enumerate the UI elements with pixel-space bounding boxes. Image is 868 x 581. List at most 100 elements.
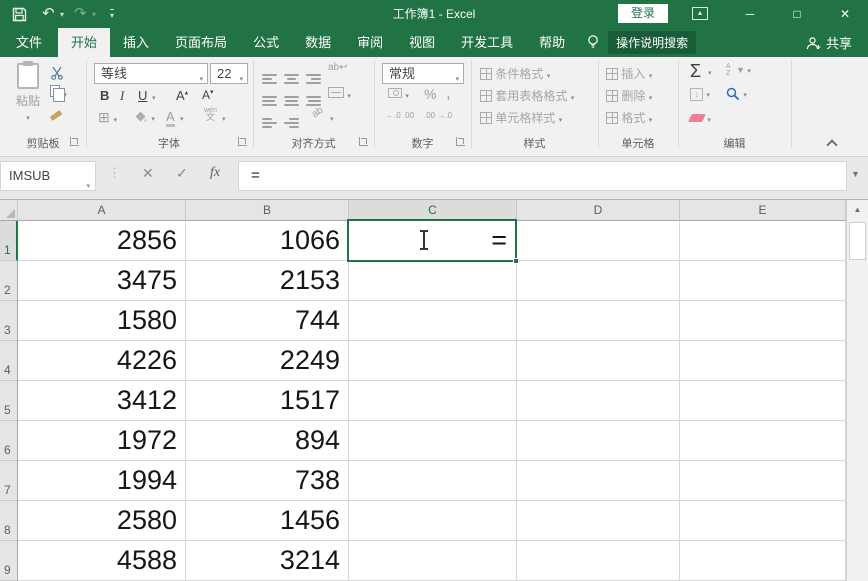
cell-A5[interactable]: 3412 bbox=[18, 381, 186, 421]
font-size-combo[interactable]: 22▾ bbox=[210, 63, 248, 84]
cell-B9[interactable]: 3214 bbox=[186, 541, 349, 581]
tab-review[interactable]: 审阅 bbox=[344, 28, 396, 57]
underline-dropdown-icon[interactable]: ▾ bbox=[152, 94, 156, 102]
cell-E9[interactable] bbox=[680, 541, 846, 581]
cell-D7[interactable] bbox=[517, 461, 680, 501]
cell-E8[interactable] bbox=[680, 501, 846, 541]
collapse-ribbon-icon[interactable] bbox=[826, 139, 837, 150]
cell-E3[interactable] bbox=[680, 301, 846, 341]
tab-view[interactable]: 视图 bbox=[396, 28, 448, 57]
share-button[interactable]: 共享 bbox=[806, 28, 868, 57]
tab-home[interactable]: 开始 bbox=[58, 28, 110, 57]
autosum-dropdown-icon[interactable]: ▾ bbox=[708, 69, 712, 77]
cell-C2[interactable] bbox=[349, 261, 517, 301]
increase-font-icon[interactable]: A▴ bbox=[176, 88, 188, 103]
scrollbar-thumb[interactable] bbox=[849, 222, 866, 260]
column-header-E[interactable]: E bbox=[680, 200, 846, 221]
cancel-entry-icon[interactable]: ✕ bbox=[142, 165, 154, 182]
cell-B5[interactable]: 1517 bbox=[186, 381, 349, 421]
formula-bar-grip[interactable]: ⋮ bbox=[108, 165, 121, 181]
alignment-dialog-launcher-icon[interactable] bbox=[359, 137, 368, 146]
cell-A9[interactable]: 4588 bbox=[18, 541, 186, 581]
close-button[interactable]: ✕ bbox=[830, 0, 860, 28]
cell-B6[interactable]: 894 bbox=[186, 421, 349, 461]
cell-A8[interactable]: 2580 bbox=[18, 501, 186, 541]
select-all-corner[interactable] bbox=[0, 200, 18, 221]
column-header-C[interactable]: C bbox=[349, 200, 517, 221]
tab-data[interactable]: 数据 bbox=[292, 28, 344, 57]
insert-function-icon[interactable]: fx bbox=[210, 165, 220, 181]
minimize-button[interactable]: ─ bbox=[735, 0, 765, 28]
font-dialog-launcher-icon[interactable] bbox=[238, 137, 247, 146]
cut-icon[interactable] bbox=[50, 65, 65, 80]
row-header-3[interactable]: 3 bbox=[0, 301, 18, 341]
cell-E5[interactable] bbox=[680, 381, 846, 421]
maximize-button[interactable]: □ bbox=[782, 0, 812, 28]
cell-C8[interactable] bbox=[349, 501, 517, 541]
row-header-6[interactable]: 6 bbox=[0, 421, 18, 461]
cell-E6[interactable] bbox=[680, 421, 846, 461]
login-button[interactable]: 登录 bbox=[618, 4, 668, 23]
cell-D9[interactable] bbox=[517, 541, 680, 581]
cell-E4[interactable] bbox=[680, 341, 846, 381]
decrease-font-icon[interactable]: A▾ bbox=[202, 88, 214, 102]
row-header-7[interactable]: 7 bbox=[0, 461, 18, 501]
row-header-5[interactable]: 5 bbox=[0, 381, 18, 421]
find-select-icon[interactable]: ▾ bbox=[726, 86, 747, 101]
cell-A4[interactable]: 4226 bbox=[18, 341, 186, 381]
cell-B8[interactable]: 1456 bbox=[186, 501, 349, 541]
cell-D1[interactable] bbox=[517, 221, 680, 261]
vertical-scrollbar[interactable]: ▲ bbox=[846, 200, 868, 581]
cell-A1[interactable]: 2856 bbox=[18, 221, 186, 261]
cell-A6[interactable]: 1972 bbox=[18, 421, 186, 461]
tab-developer[interactable]: 开发工具 bbox=[448, 28, 526, 57]
cell-B4[interactable]: 2249 bbox=[186, 341, 349, 381]
cell-B1[interactable]: 1066 bbox=[186, 221, 349, 261]
ribbon-display-options-icon[interactable]: ▲ bbox=[692, 7, 708, 20]
cell-E2[interactable] bbox=[680, 261, 846, 301]
scroll-up-icon[interactable]: ▲ bbox=[847, 200, 868, 220]
cell-D4[interactable] bbox=[517, 341, 680, 381]
cell-E7[interactable] bbox=[680, 461, 846, 501]
column-header-B[interactable]: B bbox=[186, 200, 349, 221]
cell-A2[interactable]: 3475 bbox=[18, 261, 186, 301]
cell-C3[interactable] bbox=[349, 301, 517, 341]
clear-eraser-icon[interactable]: ▾ bbox=[690, 111, 711, 125]
name-box[interactable]: IMSUB▾ bbox=[0, 161, 96, 191]
name-box-dropdown-icon[interactable]: ▾ bbox=[86, 173, 90, 201]
cell-C4[interactable] bbox=[349, 341, 517, 381]
cell-C7[interactable] bbox=[349, 461, 517, 501]
tell-me-search[interactable]: 操作说明搜索 bbox=[586, 28, 696, 57]
tab-formulas[interactable]: 公式 bbox=[240, 28, 292, 57]
tab-file[interactable]: 文件 bbox=[0, 28, 58, 57]
format-painter-icon[interactable] bbox=[50, 107, 62, 121]
confirm-entry-icon[interactable]: ✓ bbox=[176, 165, 188, 182]
tab-help[interactable]: 帮助 bbox=[526, 28, 578, 57]
cell-B2[interactable]: 2153 bbox=[186, 261, 349, 301]
cell-D5[interactable] bbox=[517, 381, 680, 421]
row-header-2[interactable]: 2 bbox=[0, 261, 18, 301]
formula-input[interactable]: = bbox=[238, 161, 847, 191]
cell-C5[interactable] bbox=[349, 381, 517, 421]
number-format-combo[interactable]: 常规▾ bbox=[382, 63, 464, 84]
fill-handle[interactable] bbox=[513, 258, 519, 264]
cell-D3[interactable] bbox=[517, 301, 680, 341]
cell-D2[interactable] bbox=[517, 261, 680, 301]
row-header-8[interactable]: 8 bbox=[0, 501, 18, 541]
cell-B3[interactable]: 744 bbox=[186, 301, 349, 341]
cell-A3[interactable]: 1580 bbox=[18, 301, 186, 341]
cell-A7[interactable]: 1994 bbox=[18, 461, 186, 501]
active-cell-C1[interactable]: = bbox=[347, 219, 517, 262]
clipboard-dialog-launcher-icon[interactable] bbox=[70, 137, 79, 146]
expand-formula-bar-icon[interactable]: ▼ bbox=[851, 169, 860, 179]
copy-icon[interactable]: ▾ bbox=[50, 85, 67, 100]
row-header-1[interactable]: 1 bbox=[0, 221, 18, 261]
cell-D8[interactable] bbox=[517, 501, 680, 541]
cell-C9[interactable] bbox=[349, 541, 517, 581]
cell-B7[interactable]: 738 bbox=[186, 461, 349, 501]
cell-C6[interactable] bbox=[349, 421, 517, 461]
number-dialog-launcher-icon[interactable] bbox=[456, 137, 465, 146]
column-header-A[interactable]: A bbox=[18, 200, 186, 221]
underline-button[interactable]: U bbox=[138, 88, 147, 103]
tab-page-layout[interactable]: 页面布局 bbox=[162, 28, 240, 57]
